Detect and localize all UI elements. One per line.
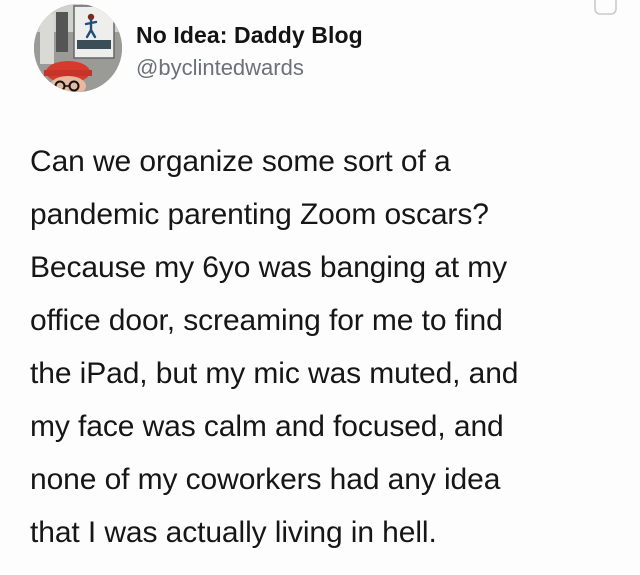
tweet-body: Can we organize some sort of a pandemic … [30,135,630,559]
tweet-text-line: the iPad, but my mic was muted, and [30,357,519,390]
author-display-name[interactable]: No Idea: Daddy Blog [136,22,363,49]
tweet-text-line: none of my coworkers had any idea [30,463,501,496]
caret-down-icon[interactable] [593,0,619,16]
tweet-text-line: pandemic parenting Zoom oscars? [30,198,489,231]
tweet-card: No Idea: Daddy Blog @byclintedwards Can … [0,0,640,575]
tweet-text-line: that I was actually living in hell. [30,516,437,549]
tweet-text-line: Can we organize some sort of a [30,145,451,178]
tweet-text-line: my face was calm and focused, and [30,410,504,443]
tweet-text-line: office door, screaming for me to find [30,304,503,337]
author-handle[interactable]: @byclintedwards [136,55,304,81]
author-avatar[interactable] [34,4,122,92]
tweet-text-line: Because my 6yo was banging at my [30,251,508,284]
